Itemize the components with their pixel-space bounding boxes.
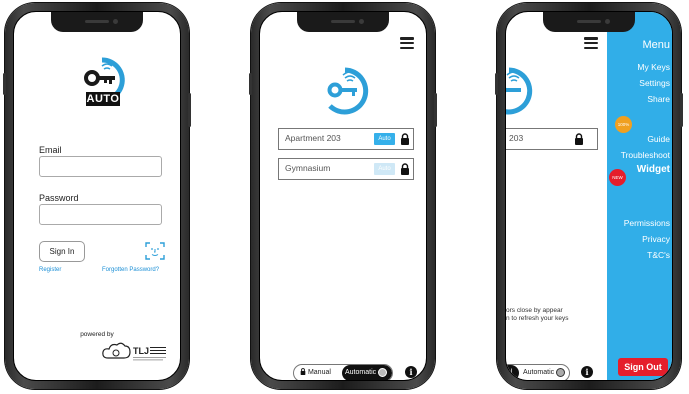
tlj-logo: TLJ [102,342,166,361]
notch [51,12,143,32]
lock-icon [401,163,409,175]
menu-item-troubleshoot[interactable]: Troubleshoot [621,150,670,160]
key-row-apartment[interactable]: 203 [506,128,598,150]
keys-screen: Apartment 203 Auto Gymnasium Auto Manual [259,11,427,381]
password-label: Password [39,193,79,203]
volume-button [249,73,252,95]
info-icon[interactable]: i [581,366,593,378]
login-screen: AUTO Email Password Sign In Register For… [13,11,181,381]
menu-title: Menu [642,39,670,51]
powered-by-text: powered by [80,331,114,338]
help-note: ors close by appear n to refresh your ke… [506,307,569,323]
mode-manual-label: Manual [307,369,331,376]
key-name: Apartment 203 [285,133,341,143]
menu-item-my-keys[interactable]: My Keys [637,62,670,72]
tlj-logo-text: TLJ [133,346,149,356]
info-icon[interactable]: i [405,366,417,378]
phone-menu: 203 ors close by appear n to refresh you… [495,3,683,389]
notch [543,12,635,32]
key-logo-icon [506,67,533,115]
email-field[interactable] [39,156,162,177]
gear-icon [556,367,566,377]
lock-icon [300,368,306,375]
key-name: 203 [509,133,524,143]
auto-toggle[interactable]: Auto [374,133,395,145]
badge-new: NEW [609,169,626,186]
password-field[interactable] [39,204,162,225]
mode-automatic[interactable]: Automatic [523,365,566,380]
notch [297,12,389,32]
gear-icon [378,367,388,377]
mode-switch[interactable]: al Automatic [506,364,570,380]
volume-button [495,73,498,95]
key-name: Gymnasium [285,163,331,173]
mode-automatic[interactable]: Automatic [342,365,392,380]
register-link[interactable]: Register [39,267,61,273]
sign-in-button[interactable]: Sign In [39,241,85,262]
power-button [188,93,191,127]
menu-item-widget[interactable]: Widget [637,164,670,175]
key-row-apartment[interactable]: Apartment 203 Auto [278,128,414,150]
lock-icon [575,133,583,145]
menu-item-tcs[interactable]: T&C's [647,250,670,260]
key-logo-icon [327,67,369,115]
menu-item-permissions[interactable]: Permissions [624,218,670,228]
help-note-line2: n to refresh your keys [506,315,569,322]
menu-item-privacy[interactable]: Privacy [642,234,670,244]
mode-manual-label[interactable]: al [507,365,512,380]
volume-button [3,73,6,95]
side-menu: Menu My Keys Settings Share 100% Guide T… [607,12,672,380]
key-row-gymnasium[interactable]: Gymnasium Auto [278,158,414,180]
phone-keys: Apartment 203 Auto Gymnasium Auto Manual [249,3,437,389]
mode-automatic-label: Automatic [345,369,377,376]
face-id-icon[interactable] [145,241,165,261]
auto-toggle[interactable]: Auto [374,163,395,175]
menu-item-share[interactable]: Share [647,94,670,104]
power-button [680,93,683,127]
menu-item-settings[interactable]: Settings [639,78,670,88]
forgot-password-link[interactable]: Forgotten Password? [102,267,159,273]
hamburger-menu-icon[interactable] [400,37,414,50]
phone-login: AUTO Email Password Sign In Register For… [3,3,191,389]
power-button [434,93,437,127]
lock-icon [401,133,409,145]
mode-automatic-label: Automatic [523,369,555,376]
badge-100: 100% [615,116,632,133]
email-label: Email [39,145,62,155]
sign-out-button[interactable]: Sign Out [618,358,668,376]
menu-item-guide[interactable]: Guide [647,134,670,144]
help-note-line1: ors close by appear [506,307,563,314]
mode-manual[interactable]: Manual [300,365,331,380]
hamburger-menu-icon[interactable] [584,37,598,50]
auto-badge: AUTO [86,92,120,106]
mode-switch[interactable]: Manual Automatic [293,364,393,380]
menu-screen: 203 ors close by appear n to refresh you… [505,11,673,381]
